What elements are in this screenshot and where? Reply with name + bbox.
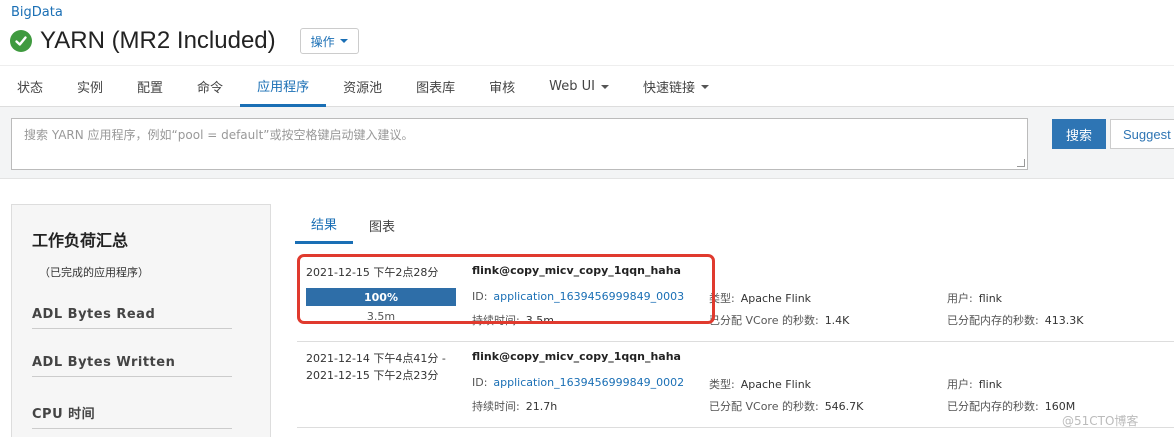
result-tabs: 结果 图表 <box>295 206 411 244</box>
vcore-field: 已分配 VCore 的秒数: 546.7K <box>709 398 863 414</box>
panel-subtitle: （已完成的应用程序） <box>39 266 149 279</box>
tab-label: 实例 <box>77 81 104 96</box>
field-value: 1.4K <box>824 314 850 327</box>
tab-label: 状态 <box>17 81 44 96</box>
field-value: Apache Flink <box>740 292 812 305</box>
tab-audit[interactable]: 审核 <box>472 66 532 107</box>
suggest-button[interactable]: Suggest <box>1110 119 1174 149</box>
tab-results[interactable]: 结果 <box>295 206 354 244</box>
memory-field: 已分配内存的秒数: 413.3K <box>947 312 1083 328</box>
tab-configuration[interactable]: 配置 <box>120 66 180 107</box>
user-field: 用户: flink <box>947 376 1002 392</box>
service-tabs: 状态 实例 配置 命令 应用程序 资源池 图表库 审核 Web UI 快速链接 <box>0 65 1174 107</box>
tab-chart-library[interactable]: 图表库 <box>399 66 472 107</box>
field-label: 类型: <box>709 378 735 391</box>
check-circle-icon <box>10 30 32 52</box>
chevron-down-icon <box>339 39 348 43</box>
service-header: YARN (MR2 Included) 操作 <box>10 27 359 55</box>
facet-cpu-time[interactable]: CPU 时间 <box>32 403 232 429</box>
cluster-link[interactable]: BigData <box>11 5 63 20</box>
actions-label: 操作 <box>310 34 335 49</box>
field-value: Apache Flink <box>740 378 812 391</box>
duration-field: 持续时间: 21.7h <box>472 398 557 414</box>
tab-label: 命令 <box>197 81 224 96</box>
search-button[interactable]: 搜索 <box>1052 119 1106 149</box>
vcore-field: 已分配 VCore 的秒数: 1.4K <box>709 312 849 328</box>
field-value: 21.7h <box>525 400 558 413</box>
end-time: 2021-12-15 下午2点23分 <box>306 369 439 382</box>
tab-quick-links[interactable]: 快速链接 <box>626 66 726 107</box>
tab-label: 配置 <box>137 81 164 96</box>
search-bar: 搜索 YARN 应用程序，例如“pool = default”或按空格键启动键入… <box>0 107 1174 179</box>
field-value: flink <box>978 378 1003 391</box>
tab-label: Web UI <box>549 79 595 94</box>
tab-label: 应用程序 <box>257 79 310 95</box>
type-field: 类型: Apache Flink <box>709 290 811 306</box>
tab-label: 资源池 <box>343 81 383 96</box>
field-value: flink <box>978 292 1003 305</box>
id-label: ID: <box>472 376 488 389</box>
app-name[interactable]: flink@copy_micv_copy_1qqn_haha <box>472 350 681 363</box>
field-label: 已分配内存的秒数: <box>947 314 1039 327</box>
field-label: 已分配内存的秒数: <box>947 400 1039 413</box>
tab-applications[interactable]: 应用程序 <box>240 66 327 107</box>
app-id-link[interactable]: application_1639456999849_0002 <box>493 376 684 389</box>
search-placeholder: 搜索 YARN 应用程序，例如“pool = default”或按空格键启动键入… <box>24 128 414 142</box>
chevron-down-icon <box>700 84 709 89</box>
annotation-highlight-box <box>297 254 715 324</box>
tab-status[interactable]: 状态 <box>0 66 60 107</box>
tab-label: 快速链接 <box>642 81 695 96</box>
page-title: YARN (MR2 Included) <box>40 27 276 54</box>
chevron-down-icon <box>600 84 609 89</box>
type-field: 类型: Apache Flink <box>709 376 811 392</box>
field-label: 已分配 VCore 的秒数: <box>709 400 819 413</box>
tab-charts[interactable]: 图表 <box>353 206 411 244</box>
tab-web-ui[interactable]: Web UI <box>532 66 626 107</box>
search-input[interactable]: 搜索 YARN 应用程序，例如“pool = default”或按空格键启动键入… <box>11 118 1028 170</box>
facet-adl-bytes-read[interactable]: ADL Bytes Read <box>32 307 232 329</box>
memory-field: 已分配内存的秒数: 160M <box>947 398 1075 414</box>
start-time: 2021-12-14 下午4点41分 - <box>306 352 446 365</box>
panel-title: 工作负荷汇总 <box>32 231 129 250</box>
user-field: 用户: flink <box>947 290 1002 306</box>
workload-summary-panel: 工作负荷汇总 （已完成的应用程序） ADL Bytes Read ADL Byt… <box>11 204 271 437</box>
tab-resource-pools[interactable]: 资源池 <box>326 66 399 107</box>
field-label: 持续时间: <box>472 400 520 413</box>
field-value: 413.3K <box>1044 314 1084 327</box>
facet-adl-bytes-written[interactable]: ADL Bytes Written <box>32 355 232 377</box>
watermark: @51CTO博客 <box>1062 414 1139 428</box>
tab-label: 图表库 <box>416 81 456 96</box>
field-label: 用户: <box>947 378 973 391</box>
list-item: 2021-12-14 下午4点41分 - 2021-12-15 下午2点23分 … <box>297 350 1174 428</box>
resize-handle-icon[interactable] <box>1017 159 1025 167</box>
field-label: 已分配 VCore 的秒数: <box>709 314 819 327</box>
tab-instances[interactable]: 实例 <box>60 66 120 107</box>
app-id-line: ID: application_1639456999849_0002 <box>472 376 684 389</box>
tab-commands[interactable]: 命令 <box>180 66 240 107</box>
actions-dropdown-button[interactable]: 操作 <box>299 28 359 54</box>
field-value: 546.7K <box>824 400 864 413</box>
tab-label: 审核 <box>489 81 516 96</box>
field-label: 用户: <box>947 292 973 305</box>
app-time: 2021-12-14 下午4点41分 - 2021-12-15 下午2点23分 <box>306 350 466 384</box>
